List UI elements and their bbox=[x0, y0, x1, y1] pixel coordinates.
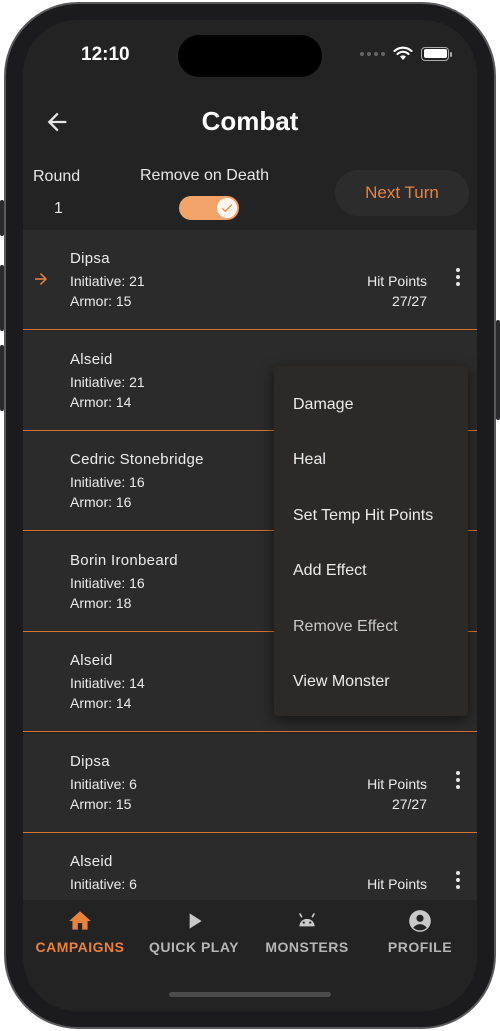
more-vert-icon[interactable] bbox=[453, 771, 463, 793]
cellular-signal-icon bbox=[360, 51, 385, 56]
menu-item-set-temp-hit-points[interactable]: Set Temp Hit Points bbox=[274, 488, 468, 543]
volume-up-button bbox=[0, 265, 4, 331]
combat-controls: Round 1 Remove on Death Next Turn bbox=[23, 164, 477, 230]
combatant-initiative: Initiative: 21 bbox=[70, 374, 145, 390]
combatant-armor: Armor: 14 bbox=[70, 394, 132, 410]
play-icon bbox=[189, 913, 202, 929]
combatant-name: Dipsa bbox=[70, 753, 110, 770]
hit-points-value: 27/27 bbox=[391, 293, 427, 309]
combatant-initiative: Initiative: 16 bbox=[70, 575, 145, 591]
home-indicator bbox=[169, 992, 331, 997]
combatant-row[interactable]: Alseid Initiative: 6 Hit Points bbox=[23, 833, 477, 900]
remove-on-death-toggle[interactable] bbox=[179, 196, 239, 220]
combatant-row[interactable]: Dipsa Initiative: 6 Armor: 15 Hit Points… bbox=[23, 733, 477, 833]
wifi-icon bbox=[393, 46, 413, 60]
current-turn-arrow-icon bbox=[35, 273, 47, 285]
combatant-name: Dipsa bbox=[70, 250, 110, 267]
combatant-initiative: Initiative: 6 bbox=[70, 876, 137, 892]
combatant-context-menu: Damage Heal Set Temp Hit Points Add Effe… bbox=[274, 366, 468, 716]
combatant-initiative: Initiative: 6 bbox=[70, 776, 137, 792]
combatant-armor: Armor: 18 bbox=[70, 595, 132, 611]
combatant-initiative: Initiative: 14 bbox=[70, 675, 145, 691]
hit-points-label: Hit Points bbox=[367, 876, 427, 892]
combatant-name: Cedric Stonebridge bbox=[70, 451, 204, 468]
status-time: 12:10 bbox=[81, 44, 130, 65]
combatant-name: Borin Ironbeard bbox=[70, 552, 178, 569]
dynamic-island bbox=[178, 35, 322, 77]
nav-label: CAMPAIGNS bbox=[35, 939, 125, 955]
battery-icon bbox=[421, 46, 452, 61]
page-title: Combat bbox=[201, 106, 299, 136]
next-turn-button[interactable]: Next Turn bbox=[335, 170, 469, 216]
screen: 12:10 Combat Round 1 Remove on Death Nex… bbox=[23, 20, 477, 1011]
combatant-initiative: Initiative: 16 bbox=[70, 474, 145, 490]
combatant-initiative: Initiative: 21 bbox=[70, 273, 145, 289]
nav-item-campaigns[interactable]: CAMPAIGNS bbox=[23, 908, 137, 968]
nav-label: MONSTERS bbox=[265, 939, 349, 955]
home-icon bbox=[69, 911, 91, 930]
combatant-armor: Armor: 16 bbox=[70, 494, 132, 510]
combatant-name: Alseid bbox=[70, 853, 113, 870]
nav-item-quick-play[interactable]: QUICK PLAY bbox=[137, 908, 251, 968]
round-label: Round bbox=[33, 168, 81, 185]
hit-points-label: Hit Points bbox=[367, 273, 427, 289]
account-circle-icon bbox=[409, 910, 431, 932]
nav-label: QUICK PLAY bbox=[148, 939, 240, 955]
menu-item-view-monster[interactable]: View Monster bbox=[274, 654, 468, 709]
combatant-name: Alseid bbox=[70, 351, 113, 368]
android-icon bbox=[299, 913, 315, 927]
volume-down-button bbox=[0, 345, 4, 411]
toggle-knob bbox=[217, 198, 237, 218]
round-value: 1 bbox=[54, 200, 63, 217]
combatant-armor: Armor: 15 bbox=[70, 293, 132, 309]
combatant-name: Alseid bbox=[70, 652, 113, 669]
app-bar: Combat bbox=[23, 100, 477, 146]
power-button bbox=[496, 320, 500, 420]
nav-item-profile[interactable]: PROFILE bbox=[363, 908, 477, 968]
action-button bbox=[0, 200, 4, 236]
combatant-row[interactable]: Dipsa Initiative: 21 Armor: 15 Hit Point… bbox=[23, 230, 477, 330]
menu-item-heal[interactable]: Heal bbox=[274, 432, 468, 487]
menu-item-damage[interactable]: Damage bbox=[274, 377, 468, 432]
remove-on-death-label: Remove on Death bbox=[140, 167, 269, 184]
more-vert-icon[interactable] bbox=[453, 268, 463, 290]
nav-label: PROFILE bbox=[387, 939, 453, 955]
more-vert-icon[interactable] bbox=[453, 871, 463, 893]
check-icon bbox=[221, 204, 233, 213]
combatant-armor: Armor: 15 bbox=[70, 796, 132, 812]
status-icons bbox=[360, 46, 452, 61]
nav-item-monsters[interactable]: MONSTERS bbox=[250, 908, 364, 968]
hit-points-value: 27/27 bbox=[391, 796, 427, 812]
menu-item-add-effect[interactable]: Add Effect bbox=[274, 543, 468, 598]
hit-points-label: Hit Points bbox=[367, 776, 427, 792]
combatant-armor: Armor: 14 bbox=[70, 695, 132, 711]
menu-item-remove-effect[interactable]: Remove Effect bbox=[274, 599, 468, 654]
